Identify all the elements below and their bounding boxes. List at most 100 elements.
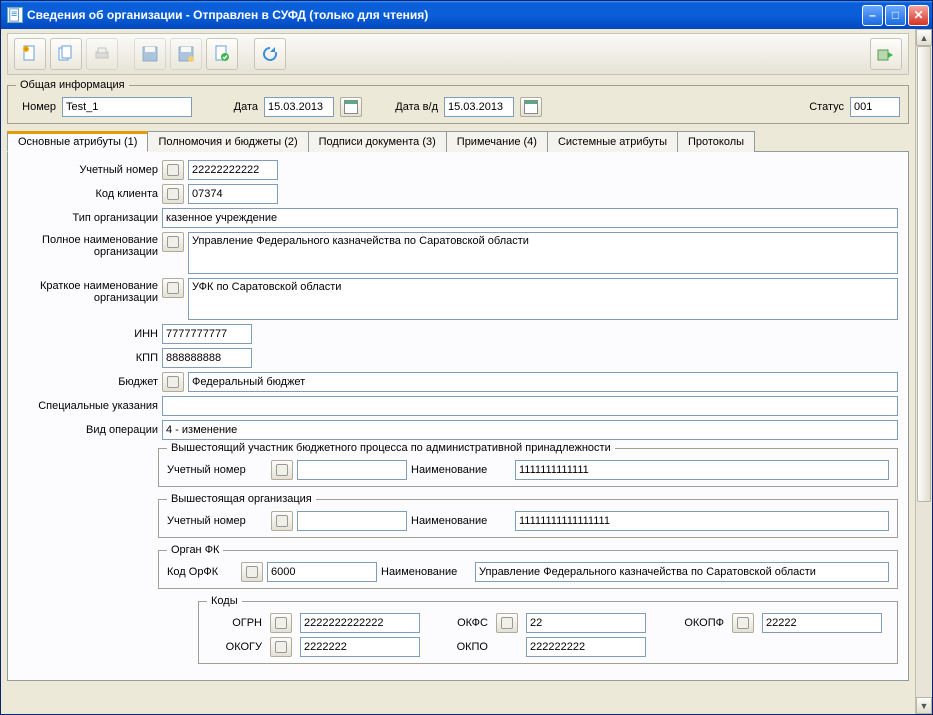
parent1-acct-label: Учетный номер [167,464,267,476]
save-button[interactable] [134,38,166,70]
kpp-field[interactable] [162,348,252,368]
tab-note[interactable]: Примечание (4) [446,131,548,152]
full-name-label: Полное наименование организации [18,232,158,258]
tab-main-attrs[interactable]: Основные атрибуты (1) [7,131,148,152]
copy-doc-button[interactable] [50,38,82,70]
okpo-field[interactable] [526,637,646,657]
client-code-lookup[interactable] [162,184,184,204]
lookup-icon [246,566,258,578]
minimize-button[interactable]: – [862,5,883,26]
parent2-acct-lookup[interactable] [271,511,293,531]
number-label: Номер [16,101,56,113]
client-code-field[interactable] [188,184,278,204]
tab-powers-budgets[interactable]: Полномочия и бюджеты (2) [147,131,308,152]
scroll-track[interactable] [916,46,932,697]
parent1-name-field[interactable] [515,460,889,480]
organfk-code-lookup[interactable] [241,562,263,582]
ogrn-lookup[interactable] [270,613,292,633]
lookup-icon [275,617,287,629]
client-code-label: Код клиента [18,188,158,200]
okopf-label: ОКОПФ [654,617,724,629]
tab-signatures[interactable]: Подписи документа (3) [308,131,447,152]
organfk-legend: Орган ФК [167,544,223,556]
print-button[interactable] [86,38,118,70]
parent2-name-field[interactable] [515,511,889,531]
organfk-name-field[interactable] [475,562,889,582]
check-doc-button[interactable] [206,38,238,70]
parent2-name-label: Наименование [411,515,511,527]
org-type-field[interactable] [162,208,898,228]
inn-field[interactable] [162,324,252,344]
lookup-icon [167,376,179,388]
scroll-up-button[interactable]: ▲ [916,29,932,46]
lookup-icon [275,641,287,653]
full-name-field[interactable]: Управление Федерального казначейства по … [188,232,898,274]
general-info-legend: Общая информация [16,79,129,91]
app-icon [7,7,23,23]
lookup-icon [167,236,179,248]
window: Сведения об организации - Отправлен в СУ… [0,0,933,715]
close-button[interactable]: ✕ [908,5,929,26]
okfs-lookup[interactable] [496,613,518,633]
full-name-lookup[interactable] [162,232,184,252]
organfk-code-label: Код ОрФК [167,566,237,578]
parent1-acct-field[interactable] [297,460,407,480]
export-button[interactable] [870,38,902,70]
lookup-icon [167,164,179,176]
tab-bar: Основные атрибуты (1) Полномочия и бюдже… [7,130,909,152]
okopf-field[interactable] [762,613,882,633]
ogrn-field[interactable] [300,613,420,633]
vertical-scrollbar[interactable]: ▲ ▼ [915,29,932,714]
short-name-field[interactable]: УФК по Саратовской области [188,278,898,320]
save-as-button[interactable] [170,38,202,70]
okogu-lookup[interactable] [270,637,292,657]
new-doc-button[interactable] [14,38,46,70]
window-title: Сведения об организации - Отправлен в СУ… [27,8,862,22]
ogrn-label: ОГРН [207,617,262,629]
organfk-code-field[interactable] [267,562,377,582]
parent-budget-legend: Вышестоящий участник бюджетного процесса… [167,442,615,454]
special-field[interactable] [162,396,898,416]
account-number-field[interactable] [188,160,278,180]
number-field[interactable] [62,97,192,117]
budget-lookup[interactable] [162,372,184,392]
date-vd-picker-button[interactable] [520,97,542,117]
scroll-thumb[interactable] [917,46,931,502]
date-picker-button[interactable] [340,97,362,117]
short-name-lookup[interactable] [162,278,184,298]
organfk-fieldset: Орган ФК Код ОрФК Наименование [158,544,898,589]
okfs-field[interactable] [526,613,646,633]
refresh-button[interactable] [254,38,286,70]
scroll-down-button[interactable]: ▼ [916,697,932,714]
lookup-icon [167,188,179,200]
okfs-label: ОКФС [428,617,488,629]
status-label: Статус [809,101,844,113]
parent-org-legend: Вышестоящая организация [167,493,316,505]
operation-field[interactable] [162,420,898,440]
parent2-acct-label: Учетный номер [167,515,267,527]
date-field[interactable] [264,97,334,117]
account-number-label: Учетный номер [18,164,158,176]
okogu-field[interactable] [300,637,420,657]
general-info-fieldset: Общая информация Номер Дата Дата в/д Ста… [7,79,909,124]
tab-system-attrs[interactable]: Системные атрибуты [547,131,678,152]
calendar-icon [344,100,358,114]
lookup-icon [167,282,179,294]
budget-label: Бюджет [18,376,158,388]
budget-field[interactable] [188,372,898,392]
okogu-label: ОКОГУ [207,641,262,653]
parent2-acct-field[interactable] [297,511,407,531]
maximize-button[interactable]: □ [885,5,906,26]
parent1-name-label: Наименование [411,464,511,476]
date-vd-field[interactable] [444,97,514,117]
lookup-icon [501,617,513,629]
lookup-icon [276,515,288,527]
short-name-label: Краткое наименование организации [18,278,158,304]
okopf-lookup[interactable] [732,613,754,633]
status-field[interactable] [850,97,900,117]
titlebar: Сведения об организации - Отправлен в СУ… [1,1,932,29]
account-number-lookup[interactable] [162,160,184,180]
tab-protocols[interactable]: Протоколы [677,131,755,152]
kpp-label: КПП [18,352,158,364]
parent1-acct-lookup[interactable] [271,460,293,480]
